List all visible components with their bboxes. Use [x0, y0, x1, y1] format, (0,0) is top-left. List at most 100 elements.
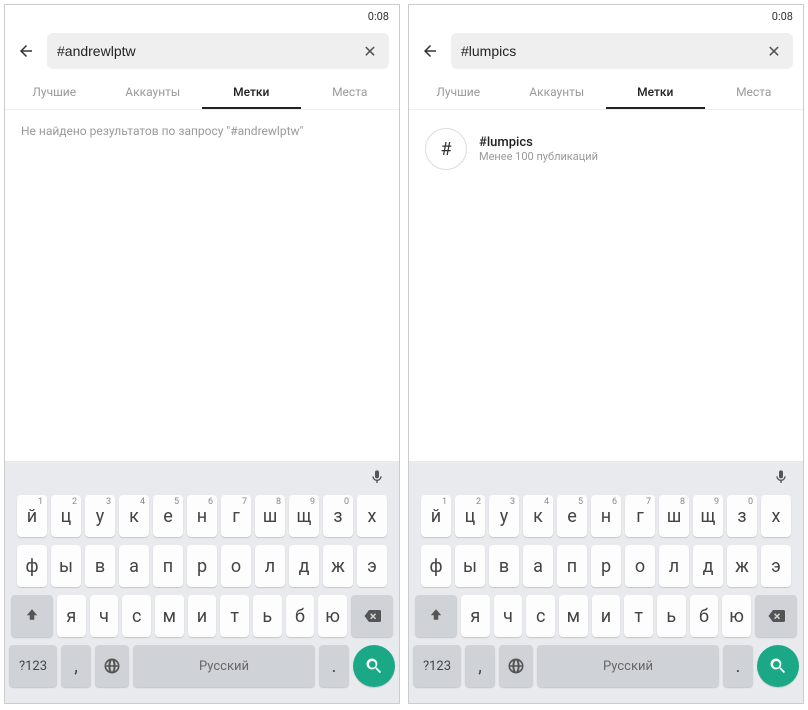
tab-best[interactable]: Лучшие	[409, 75, 508, 109]
key-ь[interactable]: ь	[657, 595, 686, 637]
key-й[interactable]: й1	[421, 495, 451, 537]
mic-icon[interactable]	[773, 469, 789, 489]
key-р[interactable]: р	[187, 545, 217, 587]
kb-row-2: фывапролджэ	[9, 545, 395, 587]
key-comma[interactable]: ,	[61, 645, 91, 687]
backspace-icon[interactable]	[755, 595, 797, 637]
key-period[interactable]: .	[319, 645, 349, 687]
key-symbols[interactable]: ?123	[413, 645, 461, 687]
key-ш[interactable]: ш8	[659, 495, 689, 537]
hashtag-result[interactable]: # #lumpics Менее 100 публикаций	[425, 124, 787, 174]
key-л[interactable]: л	[659, 545, 689, 587]
key-б[interactable]: б	[286, 595, 315, 637]
tab-places[interactable]: Места	[301, 75, 400, 109]
search-key-icon[interactable]	[353, 645, 395, 687]
key-ы[interactable]: ы	[455, 545, 485, 587]
key-ж[interactable]: ж	[727, 545, 757, 587]
key-а[interactable]: а	[119, 545, 149, 587]
search-box[interactable]: ✕	[451, 33, 793, 69]
key-щ[interactable]: щ9	[289, 495, 319, 537]
shift-icon[interactable]	[11, 595, 53, 637]
key-к[interactable]: к4	[523, 495, 553, 537]
key-ф[interactable]: ф	[421, 545, 451, 587]
key-т[interactable]: т	[624, 595, 653, 637]
key-ч[interactable]: ч	[90, 595, 119, 637]
key-г[interactable]: г7	[625, 495, 655, 537]
key-ж[interactable]: ж	[323, 545, 353, 587]
key-с[interactable]: с	[526, 595, 555, 637]
key-е[interactable]: е5	[557, 495, 587, 537]
key-е[interactable]: е5	[153, 495, 183, 537]
key-о[interactable]: о	[221, 545, 251, 587]
key-й[interactable]: й1	[17, 495, 47, 537]
key-м[interactable]: м	[155, 595, 184, 637]
key-т[interactable]: т	[220, 595, 249, 637]
key-space[interactable]: Русский	[133, 645, 315, 687]
globe-icon[interactable]	[499, 645, 533, 687]
back-arrow-icon[interactable]	[15, 40, 37, 62]
key-а[interactable]: а	[523, 545, 553, 587]
content-area: # #lumpics Менее 100 публикаций	[409, 110, 803, 461]
key-л[interactable]: л	[255, 545, 285, 587]
tab-accounts[interactable]: Аккаунты	[508, 75, 607, 109]
key-м[interactable]: м	[559, 595, 588, 637]
key-у[interactable]: у3	[489, 495, 519, 537]
key-х[interactable]: х	[761, 495, 791, 537]
key-б[interactable]: б	[690, 595, 719, 637]
clear-icon[interactable]: ✕	[765, 42, 783, 60]
key-з[interactable]: з0	[727, 495, 757, 537]
hash-icon: #	[425, 128, 467, 170]
key-в[interactable]: в	[85, 545, 115, 587]
key-з[interactable]: з0	[323, 495, 353, 537]
key-ц[interactable]: ц2	[455, 495, 485, 537]
key-х[interactable]: х	[357, 495, 387, 537]
key-ы[interactable]: ы	[51, 545, 81, 587]
key-ь[interactable]: ь	[253, 595, 282, 637]
key-г[interactable]: г7	[221, 495, 251, 537]
key-н[interactable]: н6	[187, 495, 217, 537]
key-н[interactable]: н6	[591, 495, 621, 537]
key-и[interactable]: и	[592, 595, 621, 637]
shift-icon[interactable]	[415, 595, 457, 637]
key-space[interactable]: Русский	[537, 645, 719, 687]
key-в[interactable]: в	[489, 545, 519, 587]
key-у[interactable]: у3	[85, 495, 115, 537]
key-п[interactable]: п	[153, 545, 183, 587]
tab-places[interactable]: Места	[705, 75, 804, 109]
key-ю[interactable]: ю	[318, 595, 347, 637]
key-ю[interactable]: ю	[722, 595, 751, 637]
tab-tags[interactable]: Метки	[606, 75, 705, 109]
key-ш[interactable]: ш8	[255, 495, 285, 537]
key-д[interactable]: д	[693, 545, 723, 587]
key-ч[interactable]: ч	[494, 595, 523, 637]
key-щ[interactable]: щ9	[693, 495, 723, 537]
key-э[interactable]: э	[761, 545, 791, 587]
key-ф[interactable]: ф	[17, 545, 47, 587]
search-input[interactable]	[461, 43, 765, 59]
search-box[interactable]: ✕	[47, 33, 389, 69]
key-п[interactable]: п	[557, 545, 587, 587]
tab-best[interactable]: Лучшие	[5, 75, 104, 109]
key-period[interactable]: .	[723, 645, 753, 687]
key-с[interactable]: с	[122, 595, 151, 637]
back-arrow-icon[interactable]	[419, 40, 441, 62]
globe-icon[interactable]	[95, 645, 129, 687]
tab-accounts[interactable]: Аккаунты	[104, 75, 203, 109]
mic-icon[interactable]	[369, 469, 385, 489]
key-comma[interactable]: ,	[465, 645, 495, 687]
key-д[interactable]: д	[289, 545, 319, 587]
tab-tags[interactable]: Метки	[202, 75, 301, 109]
key-и[interactable]: и	[188, 595, 217, 637]
key-symbols[interactable]: ?123	[9, 645, 57, 687]
search-key-icon[interactable]	[757, 645, 799, 687]
clear-icon[interactable]: ✕	[361, 42, 379, 60]
key-к[interactable]: к4	[119, 495, 149, 537]
key-я[interactable]: я	[461, 595, 490, 637]
search-input[interactable]	[57, 43, 361, 59]
key-ц[interactable]: ц2	[51, 495, 81, 537]
backspace-icon[interactable]	[351, 595, 393, 637]
key-я[interactable]: я	[57, 595, 86, 637]
key-р[interactable]: р	[591, 545, 621, 587]
key-о[interactable]: о	[625, 545, 655, 587]
key-э[interactable]: э	[357, 545, 387, 587]
